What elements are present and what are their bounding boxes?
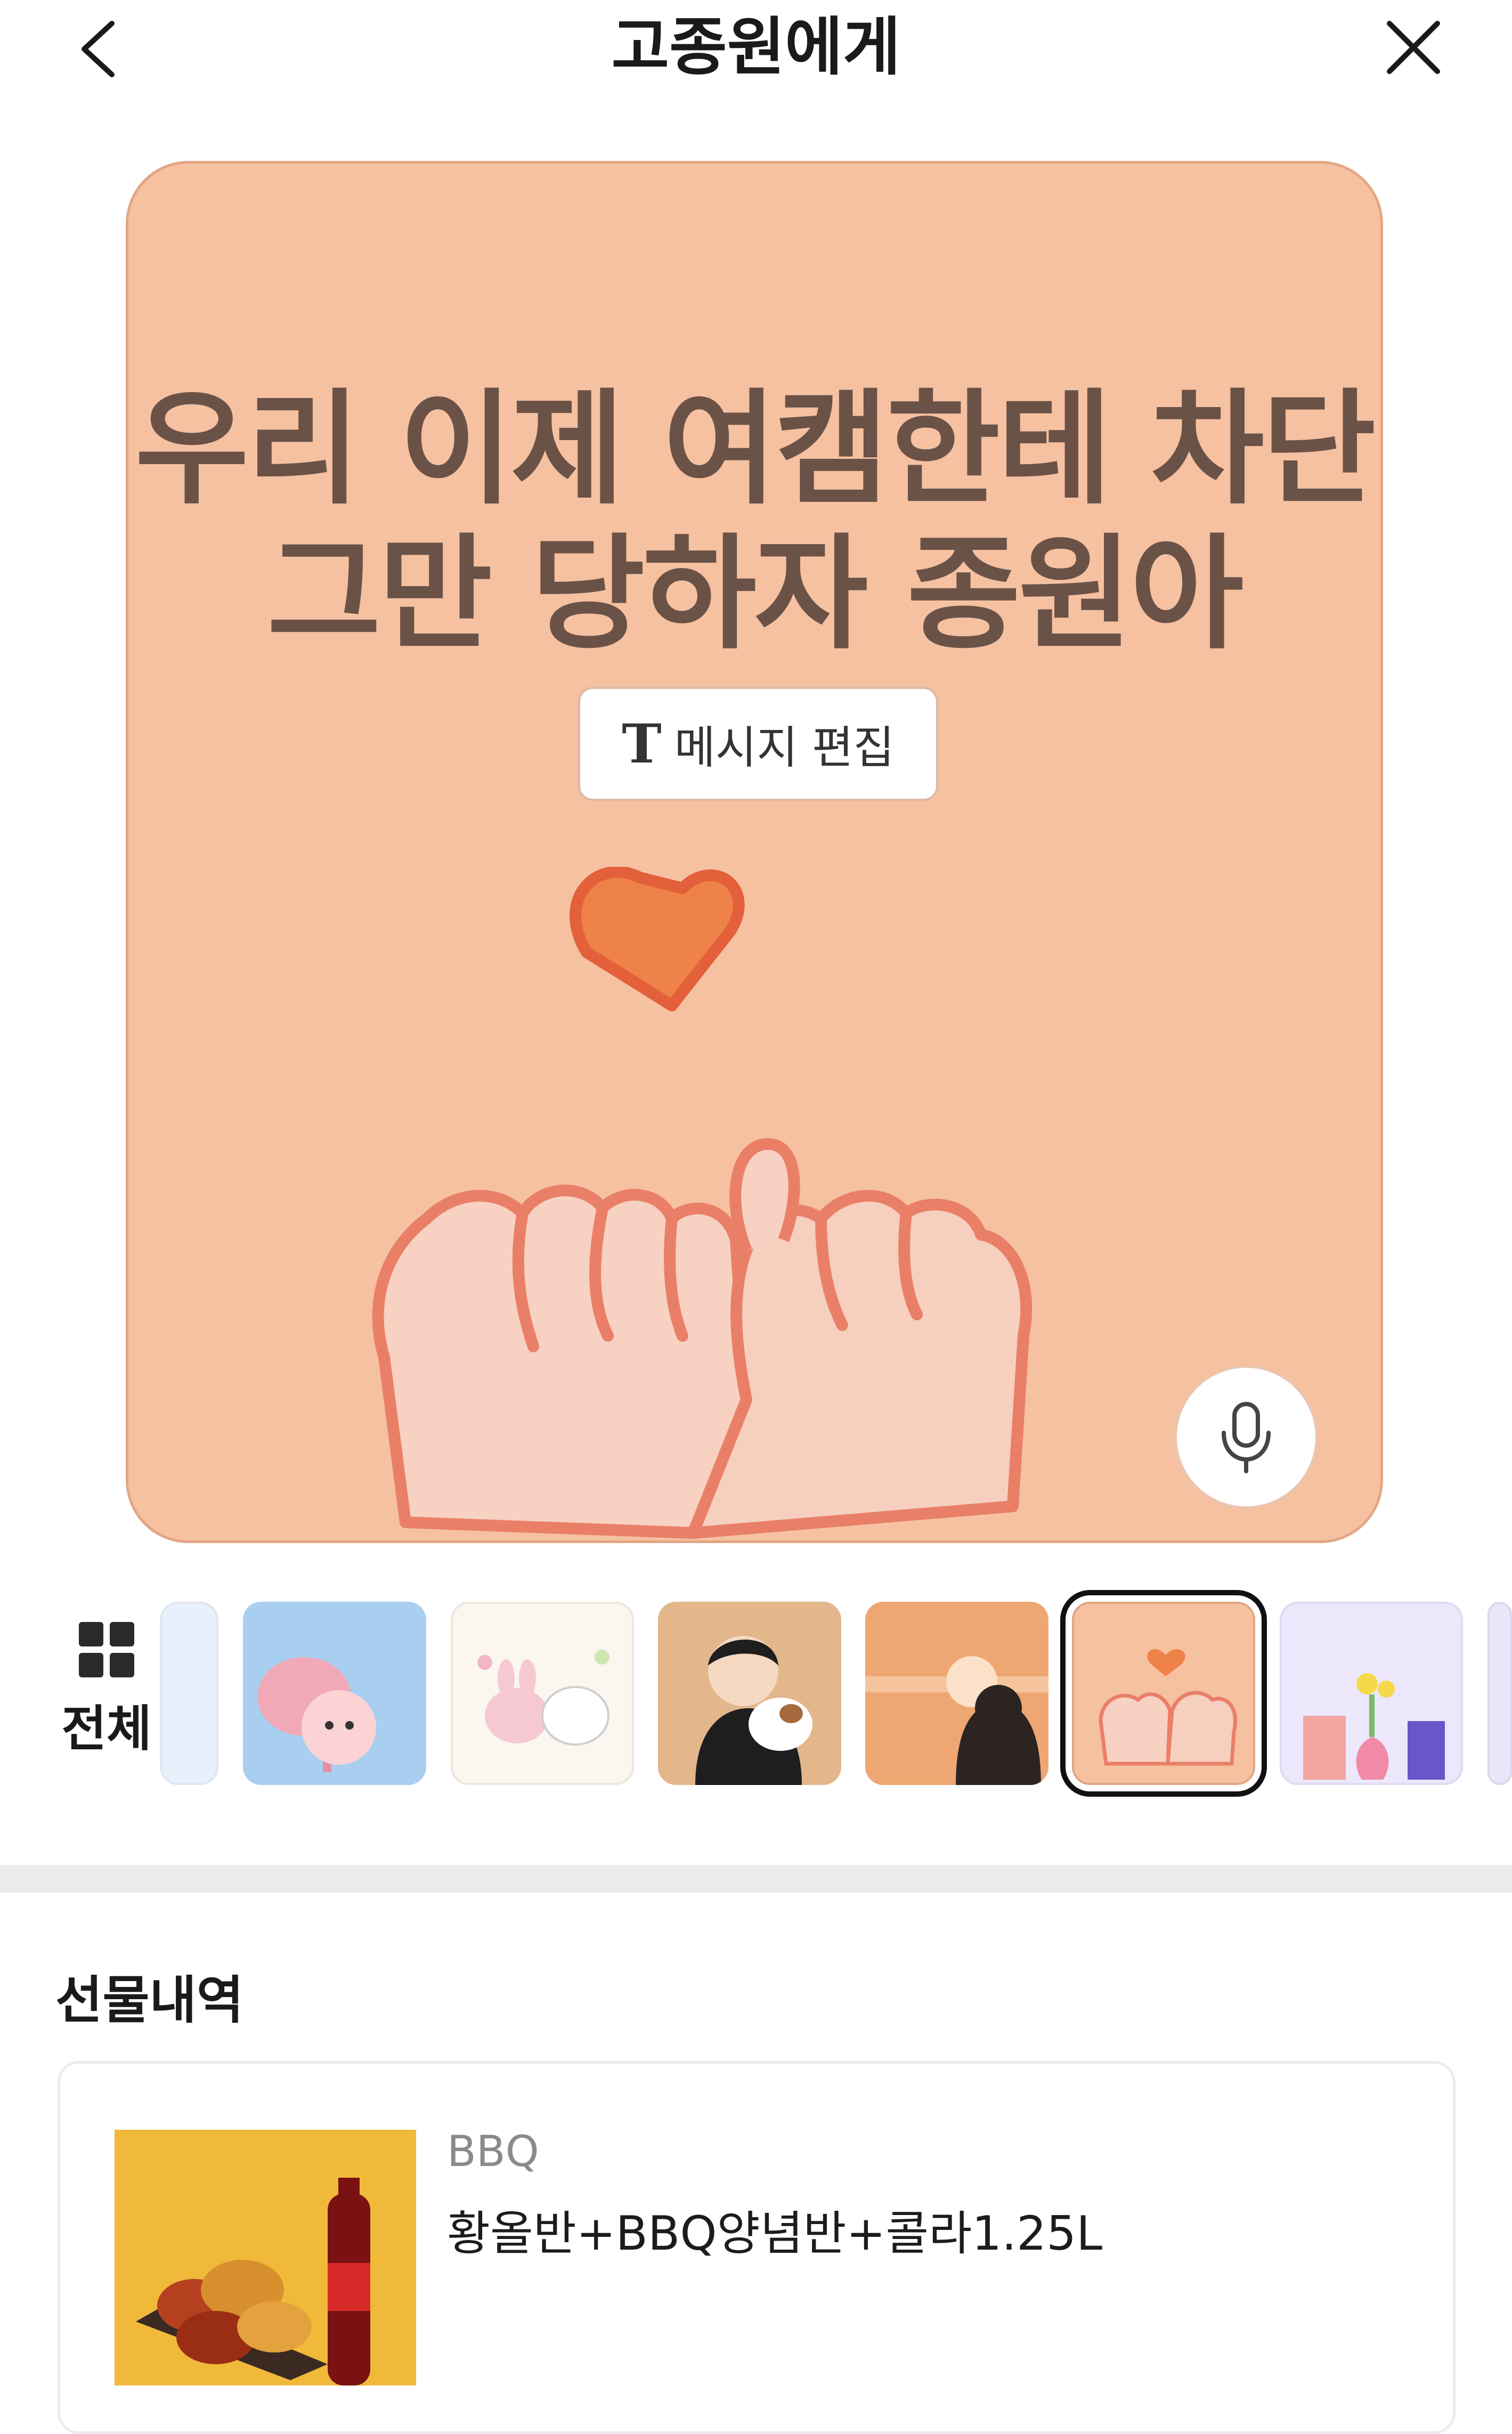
text-icon: T	[622, 712, 662, 775]
message-card: 우리 이제 여캠한테 차단 그만 당하자 종원아 T 메시지 편집	[126, 161, 1383, 1543]
gift-brand: BBQ	[447, 2127, 539, 2176]
message-line-1: 우리 이제 여캠한테 차단	[135, 377, 1376, 521]
theme-thumb-gift-vase[interactable]	[1280, 1602, 1463, 1785]
gift-product-image	[115, 2130, 416, 2386]
theme-thumb-partial-right[interactable]	[1487, 1602, 1512, 1785]
microphone-icon	[1222, 1402, 1271, 1473]
grid-icon	[79, 1622, 134, 1677]
heart-icon	[570, 867, 745, 1011]
close-icon	[1387, 21, 1440, 74]
close-button[interactable]	[1375, 12, 1449, 86]
message-line-2: 그만 당하자 종원아	[267, 522, 1243, 666]
theme-thumb-pinky-promise[interactable]	[1060, 1590, 1267, 1797]
voice-record-button[interactable]	[1175, 1366, 1318, 1508]
page-title: 고종원에게	[611, 10, 901, 84]
edit-message-button[interactable]: T 메시지 편집	[578, 687, 938, 801]
theme-thumb-sunset[interactable]	[865, 1602, 1048, 1785]
theme-thumb-boy-dog[interactable]	[658, 1602, 841, 1785]
gift-product-name: 황올반+BBQ양념반+콜라1.25L	[447, 2206, 1103, 2261]
theme-thumb-bunny-couple[interactable]	[451, 1602, 634, 1785]
pinky-promise-illustration	[372, 867, 1033, 1539]
theme-thumb-thanks[interactable]	[243, 1602, 426, 1785]
theme-thumb-partial[interactable]	[160, 1602, 218, 1785]
all-themes-label: 전체	[61, 1700, 152, 1757]
gift-item-card[interactable]: BBQ 황올반+BBQ양념반+콜라1.25L	[58, 2061, 1456, 2434]
all-themes-button[interactable]: 전체	[53, 1620, 160, 1780]
card-message[interactable]: 우리 이제 여캠한테 차단 그만 당하자 종원아	[128, 377, 1380, 667]
edit-message-label: 메시지 편집	[674, 721, 895, 774]
section-divider	[0, 1865, 1512, 1893]
gift-history-title: 선물내역	[55, 1970, 244, 2030]
